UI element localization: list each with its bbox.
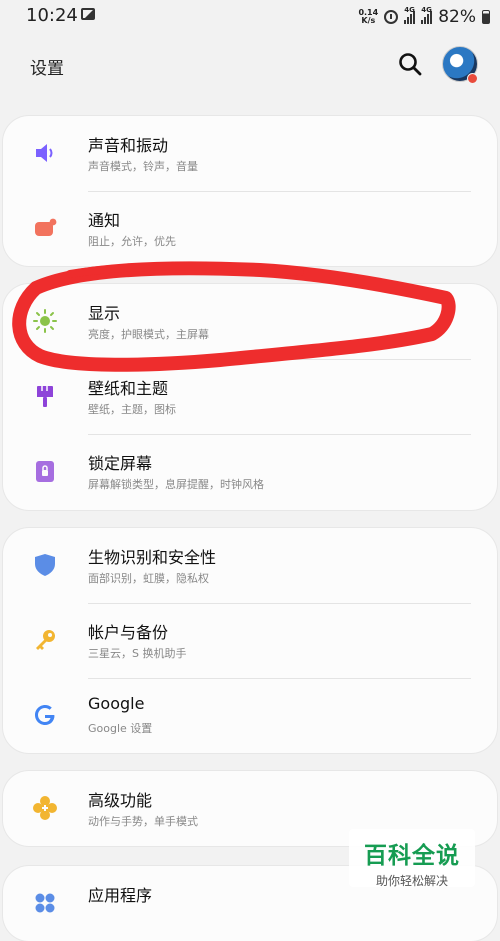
settings-item-subtitle: 面部识别，虹膜，隐私权 — [88, 572, 209, 585]
settings-item-title: 锁定屏幕 — [88, 454, 153, 473]
settings-item-display[interactable]: 显示 亮度，护眼模式，主屏幕 — [3, 284, 497, 359]
settings-group-security-accounts: 生物识别和安全性 面部识别，虹膜，隐私权 帐户与备份 三星云，S 换机助手 Go… — [3, 528, 497, 753]
settings-item-title: 显示 — [88, 304, 121, 323]
status-bar: 10:24 0.14 K/s 4G 4G 82% — [0, 0, 500, 32]
network-speed: 0.14 K/s — [358, 9, 378, 25]
paintbrush-icon — [37, 386, 53, 407]
status-indicators: 0.14 K/s 4G 4G 82% — [358, 6, 490, 28]
watermark-title: 百科全说 — [364, 843, 460, 869]
search-icon — [399, 53, 422, 76]
settings-item-sound[interactable]: 声音和振动 声音模式，铃声，音量 — [3, 116, 497, 191]
settings-item-title: 生物识别和安全性 — [88, 548, 217, 567]
network-speed-unit: K/s — [361, 16, 376, 25]
settings-item-subtitle: 三星云，S 换机助手 — [88, 647, 187, 660]
settings-item-notifications[interactable]: 通知 阻止，允许，优先 — [3, 191, 497, 266]
signal-strength-icon-2: 4G — [421, 6, 433, 24]
page-title: 设置 — [30, 59, 64, 79]
settings-item-google[interactable]: Google Google 设置 — [3, 678, 497, 753]
settings-item-subtitle: 屏幕解锁类型，息屏提醒，时钟风格 — [88, 478, 264, 491]
notification-icon — [35, 218, 57, 236]
settings-item-title: 帐户与备份 — [88, 623, 169, 642]
settings-group-display: 显示 亮度，护眼模式，主屏幕 壁纸和主题 壁纸，主题，图标 锁定屏幕 屏幕解锁类… — [3, 284, 497, 510]
settings-item-subtitle: Google 设置 — [88, 722, 153, 735]
volume-icon — [36, 144, 53, 162]
alarm-icon — [384, 10, 399, 24]
shield-icon — [35, 554, 55, 576]
settings-item-wallpaper-themes[interactable]: 壁纸和主题 壁纸，主题，图标 — [3, 359, 497, 434]
settings-group-sound-notifications: 声音和振动 声音模式，铃声，音量 通知 阻止，允许，优先 — [3, 116, 497, 266]
key-icon — [36, 630, 55, 650]
settings-item-accounts-backup[interactable]: 帐户与备份 三星云，S 换机助手 — [3, 603, 497, 678]
watermark-subtitle: 助你轻松解决 — [375, 874, 448, 888]
network-type-label: 4G — [404, 6, 415, 14]
watermark-logo: 百科全说 助你轻松解决 — [349, 829, 475, 888]
brightness-icon — [33, 309, 57, 333]
signal-strength-icon: 4G — [404, 6, 416, 24]
gallery-notification-icon — [81, 8, 95, 20]
network-type-label-2: 4G — [421, 6, 432, 14]
settings-item-title: Google — [88, 694, 145, 713]
battery-icon — [482, 10, 490, 24]
settings-item-biometrics-security[interactable]: 生物识别和安全性 面部识别，虹膜，隐私权 — [3, 528, 497, 603]
google-icon — [35, 705, 55, 725]
advanced-features-icon — [33, 796, 57, 820]
notification-badge — [467, 73, 478, 84]
settings-item-subtitle: 壁纸，主题，图标 — [88, 403, 176, 416]
settings-item-title: 高级功能 — [88, 791, 153, 810]
status-time: 10:24 — [26, 5, 78, 26]
header: 设置 — [0, 32, 500, 100]
settings-item-lock-screen[interactable]: 锁定屏幕 屏幕解锁类型，息屏提醒，时钟风格 — [3, 434, 497, 509]
search-button[interactable] — [396, 50, 424, 78]
battery-percent: 82% — [438, 7, 476, 27]
avatar[interactable] — [442, 46, 478, 84]
settings-item-title: 应用程序 — [88, 886, 153, 905]
settings-item-subtitle: 阻止，允许，优先 — [88, 235, 176, 248]
settings-item-title: 壁纸和主题 — [88, 379, 169, 398]
settings-item-subtitle: 动作与手势，单手模式 — [88, 815, 198, 828]
lock-icon — [36, 461, 54, 482]
settings-item-title: 通知 — [88, 211, 121, 230]
apps-icon — [35, 893, 55, 913]
settings-item-subtitle: 声音模式，铃声，音量 — [88, 160, 198, 173]
settings-item-title: 声音和振动 — [88, 136, 169, 155]
settings-item-subtitle: 亮度，护眼模式，主屏幕 — [88, 328, 209, 341]
